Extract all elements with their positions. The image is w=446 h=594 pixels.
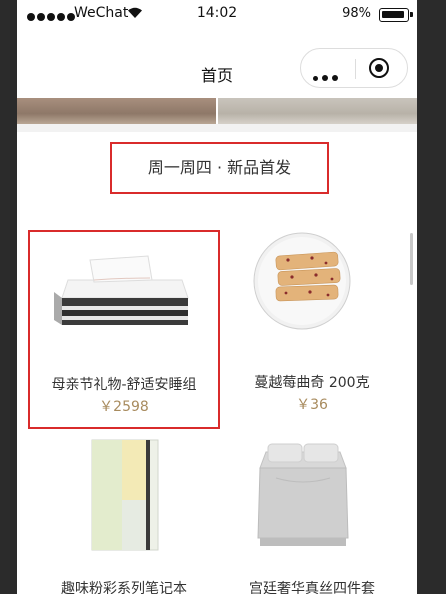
product-price: ￥2598 xyxy=(99,399,149,415)
mini-program-capsule xyxy=(300,48,408,88)
product-card[interactable]: 蔓越莓曲奇 200克 ￥36 xyxy=(216,230,408,429)
mattress-image xyxy=(54,255,189,325)
notebook-image xyxy=(91,439,159,551)
product-name[interactable]: 蔓越莓曲奇 200克 xyxy=(216,372,408,392)
product-name[interactable]: 母亲节礼物-舒适安睡组 xyxy=(30,374,218,394)
more-icon[interactable] xyxy=(313,66,342,85)
product-name[interactable]: 趣味粉彩系列笔记本 xyxy=(28,578,220,594)
banner-image-left[interactable] xyxy=(17,98,216,124)
cookies-image xyxy=(253,232,351,330)
product-price: ￥36 xyxy=(296,397,328,413)
banner-carousel[interactable] xyxy=(17,98,417,132)
product-card[interactable]: 趣味粉彩系列笔记本 xyxy=(28,432,220,594)
product-card[interactable]: 母亲节礼物-舒适安睡组 ￥2598 xyxy=(28,230,220,429)
scrollbar[interactable] xyxy=(410,233,413,285)
close-icon[interactable] xyxy=(369,58,389,78)
section-title: 周一周四 · 新品首发 xyxy=(110,142,329,194)
bedding-image xyxy=(257,443,349,546)
product-name[interactable]: 宫廷奢华真丝四件套 xyxy=(216,578,408,594)
status-bar: WeChat 14:02 98% xyxy=(17,0,417,28)
banner-image-right[interactable] xyxy=(218,98,417,124)
product-card[interactable]: 宫廷奢华真丝四件套 xyxy=(216,432,408,594)
capsule-divider xyxy=(355,59,356,79)
phone-screen: WeChat 14:02 98% 首页 周一周四 · 新品首发 母亲节礼物-舒适… xyxy=(17,0,417,594)
battery-percentage: 98% xyxy=(342,6,371,21)
section-divider xyxy=(17,124,417,132)
navigation-bar: 首页 xyxy=(17,48,417,96)
battery-icon xyxy=(379,8,413,22)
